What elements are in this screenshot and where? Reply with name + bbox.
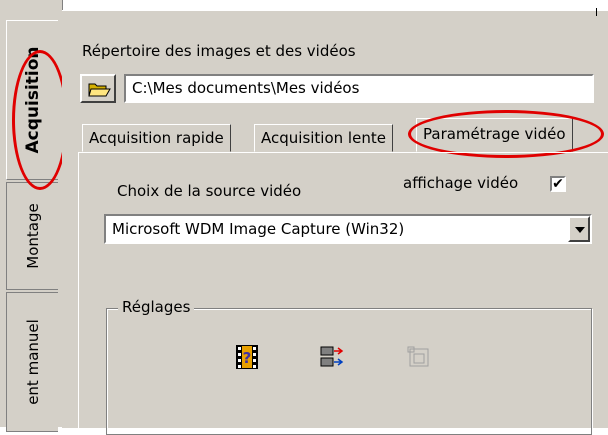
vertical-tab-strip: Acquisition Montage ent manuel [0,0,63,432]
vtab-acquisition[interactable]: Acquisition [6,20,58,180]
window-edge [596,8,597,16]
vtab-montage-label: Montage [23,203,42,269]
video-format-button[interactable]: ? [234,344,260,370]
video-display-label: affichage vidéo [403,174,519,192]
open-folder-icon [88,83,111,97]
vtab-montage[interactable]: Montage [6,182,58,290]
video-source-value: Microsoft WDM Image Capture (Win32) [112,220,405,238]
directory-label: Répertoire des images et des vidéos [82,42,356,60]
video-display-icon [407,346,429,367]
directory-path-field[interactable]: C:\Mes documents\Mes vidéos [124,74,594,103]
checkmark-icon: ✔ [552,176,564,192]
video-display-button[interactable] [406,344,432,370]
tab-acquisition-rapide[interactable]: Acquisition rapide [82,124,231,152]
video-source-button[interactable] [318,344,344,370]
svg-text:?: ? [243,349,252,367]
video-format-icon: ? [236,345,258,369]
video-display-checkbox[interactable]: ✔ [550,176,566,192]
open-folder-button[interactable] [80,74,116,103]
tab-acquisition-lente[interactable]: Acquisition lente [254,124,393,152]
tab-parametrage-video[interactable]: Paramétrage vidéo [416,118,573,152]
vtab-acquisition-label: Acquisition [22,46,43,154]
settings-group-label: Réglages [118,298,195,316]
dropdown-arrow-button[interactable] [568,216,590,242]
video-source-icon [320,346,344,367]
settings-groupbox [106,308,592,435]
video-source-select[interactable]: Microsoft WDM Image Capture (Win32) [104,214,592,244]
vtab-manual[interactable]: ent manuel [6,292,58,432]
vtab-manual-label: ent manuel [23,319,42,405]
video-source-label: Choix de la source vidéo [117,182,302,200]
